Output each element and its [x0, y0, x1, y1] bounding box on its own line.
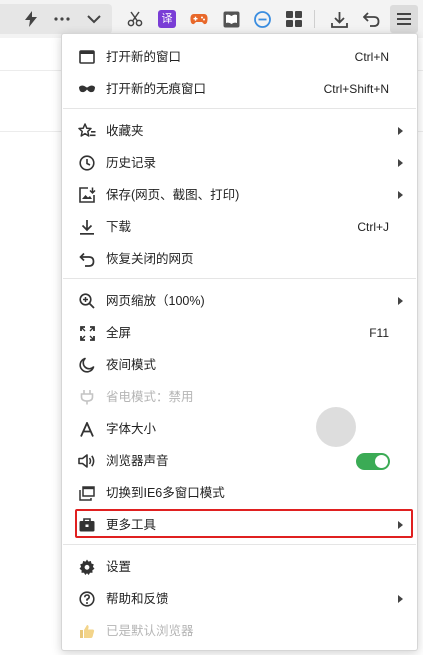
menu-item-power-save: 省电模式：禁用 [62, 381, 417, 413]
menu-item-shortcut: Ctrl+J [357, 220, 389, 234]
gamepad-icon[interactable] [185, 5, 213, 33]
menu-item-download[interactable]: 下载 Ctrl+J [62, 211, 417, 243]
submenu-arrow-icon [398, 595, 403, 603]
menu-item-new-incognito-window[interactable]: 打开新的无痕窗口 Ctrl+Shift+N [62, 73, 417, 105]
gear-icon [78, 558, 96, 576]
menu-item-label: 打开新的窗口 [106, 50, 182, 64]
menu-item-label: 字体大小 [106, 422, 157, 436]
scissors-icon[interactable] [121, 5, 149, 33]
menu-item-label: 已是默认浏览器 [106, 624, 194, 638]
clock-icon [78, 154, 96, 172]
menu-divider [63, 278, 416, 279]
menu-item-help-feedback[interactable]: 帮助和反馈 [62, 583, 417, 615]
menu-item-label: 省电模式：禁用 [106, 390, 194, 404]
translate-icon[interactable]: 译 [153, 5, 181, 33]
moon-icon [78, 356, 96, 374]
reader-icon[interactable] [217, 5, 245, 33]
plug-icon [78, 388, 96, 406]
menu-item-ie6-mode[interactable]: 切换到IE6多窗口模式 [62, 477, 417, 509]
menu-item-page-zoom[interactable]: 网页缩放（100%) [62, 285, 417, 317]
apps-grid-icon[interactable] [280, 5, 308, 33]
menu-item-save[interactable]: 保存(网页、截图、打印) [62, 179, 417, 211]
main-menu: 打开新的窗口 Ctrl+N 打开新的无痕窗口 Ctrl+Shift+N 收藏夹 … [61, 33, 418, 651]
menu-item-label: 打开新的无痕窗口 [106, 82, 207, 96]
menu-item-label: 收藏夹 [106, 124, 144, 138]
minus-circle-icon[interactable] [248, 5, 276, 33]
highlight-annotation-box [75, 509, 413, 538]
chevron-down-icon[interactable] [80, 5, 108, 33]
menu-item-label: 网页缩放（100%) [106, 294, 205, 308]
menu-item-font-size[interactable]: 字体大小 [62, 413, 417, 445]
speaker-icon [78, 452, 96, 470]
menu-item-history[interactable]: 历史记录 [62, 147, 417, 179]
menu-item-default-browser: 已是默认浏览器 [62, 615, 417, 647]
undo-icon[interactable] [357, 5, 385, 33]
toolbar-divider [314, 10, 315, 28]
submenu-arrow-icon [398, 159, 403, 167]
zoom-in-icon [78, 292, 96, 310]
help-circle-icon [78, 590, 96, 608]
browser-sound-toggle[interactable] [356, 453, 390, 470]
menu-item-favorites[interactable]: 收藏夹 [62, 115, 417, 147]
fullscreen-icon [78, 324, 96, 342]
menu-item-shortcut: Ctrl+N [354, 50, 389, 64]
menu-item-shortcut: Ctrl+Shift+N [323, 82, 389, 96]
undo-icon [78, 250, 96, 268]
star-list-icon [78, 122, 96, 140]
menu-item-label: 保存(网页、截图、打印) [106, 188, 240, 202]
lightning-icon[interactable] [17, 5, 45, 33]
menu-item-restore-closed-page[interactable]: 恢复关闭的网页 [62, 243, 417, 275]
menu-item-label: 设置 [106, 560, 132, 574]
font-a-icon [78, 420, 96, 438]
menu-item-browser-sound[interactable]: 浏览器声音 [62, 445, 417, 477]
click-ripple [316, 407, 356, 447]
menu-item-night-mode[interactable]: 夜间模式 [62, 349, 417, 381]
menu-item-label: 下载 [106, 220, 132, 234]
translate-badge: 译 [158, 10, 176, 28]
toggle-knob [375, 455, 388, 468]
multi-window-icon [78, 484, 96, 502]
menu-divider [63, 108, 416, 109]
thumbs-up-icon [78, 622, 96, 640]
menu-item-fullscreen[interactable]: 全屏 F11 [62, 317, 417, 349]
menu-item-shortcut: F11 [369, 326, 389, 340]
save-image-icon [78, 186, 96, 204]
menu-item-label: 全屏 [106, 326, 132, 340]
menu-item-settings[interactable]: 设置 [62, 551, 417, 583]
incognito-mask-icon [78, 80, 96, 98]
menu-item-label: 恢复关闭的网页 [106, 252, 194, 266]
menu-divider [63, 544, 416, 545]
menu-icon[interactable] [390, 5, 418, 33]
submenu-arrow-icon [398, 297, 403, 305]
window-icon [78, 48, 96, 66]
menu-item-label: 浏览器声音 [106, 454, 169, 468]
submenu-arrow-icon [398, 191, 403, 199]
menu-item-label: 历史记录 [106, 156, 157, 170]
menu-item-label: 切换到IE6多窗口模式 [106, 486, 225, 500]
submenu-arrow-icon [398, 127, 403, 135]
more-dots-icon[interactable] [48, 5, 76, 33]
download-icon[interactable] [325, 5, 353, 33]
menu-item-label: 帮助和反馈 [106, 592, 169, 606]
download-icon [78, 218, 96, 236]
menu-item-label: 夜间模式 [106, 358, 157, 372]
menu-item-new-window[interactable]: 打开新的窗口 Ctrl+N [62, 41, 417, 73]
